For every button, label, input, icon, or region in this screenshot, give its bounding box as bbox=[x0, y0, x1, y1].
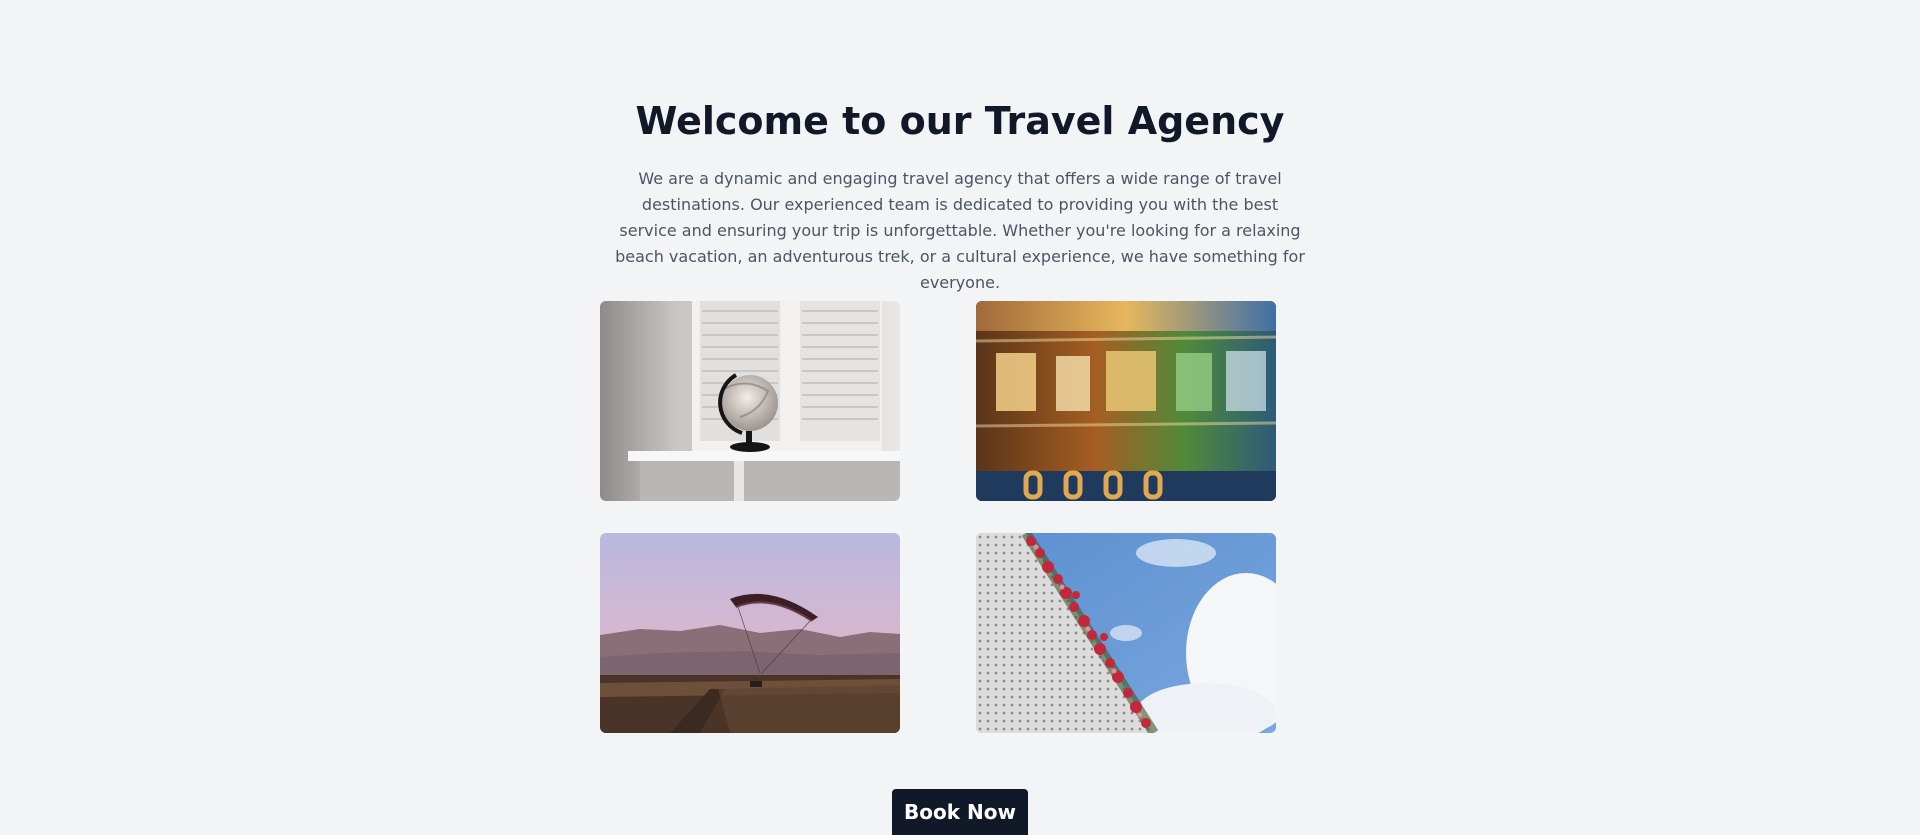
gallery-photo-train bbox=[976, 301, 1276, 501]
train-photo-image bbox=[976, 301, 1276, 501]
gallery-photo-globe bbox=[600, 301, 900, 501]
flowers-photo-image bbox=[976, 533, 1276, 733]
page-title: Welcome to our Travel Agency bbox=[635, 99, 1285, 143]
paraglider-photo-image bbox=[600, 533, 900, 733]
gallery-photo-flowers bbox=[976, 533, 1276, 733]
book-now-button[interactable]: Book Now bbox=[892, 789, 1028, 835]
travel-agency-page: Welcome to our Travel Agency We are a dy… bbox=[0, 0, 1920, 835]
gallery-photo-paraglider bbox=[600, 533, 900, 733]
intro-paragraph: We are a dynamic and engaging travel age… bbox=[615, 169, 1305, 292]
globe-photo-image bbox=[600, 301, 900, 501]
